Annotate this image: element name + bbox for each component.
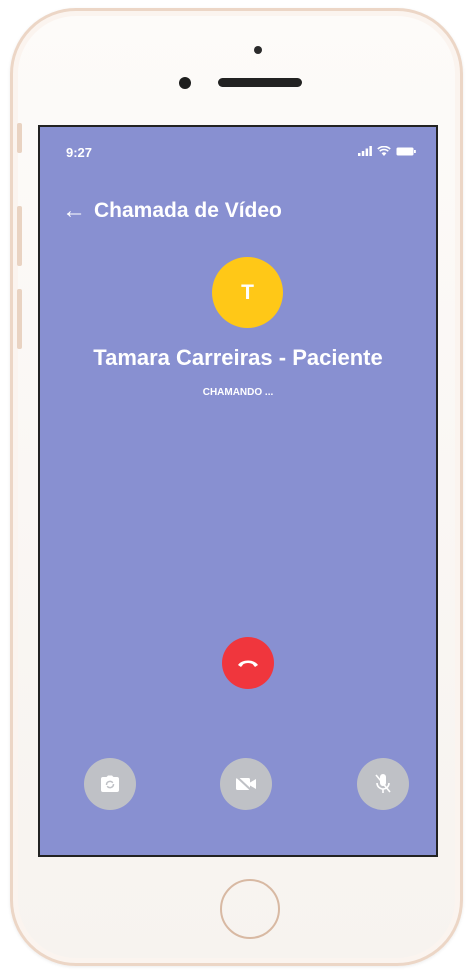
call-header: ← Chamada de Vídeo (62, 199, 282, 223)
status-icons (358, 146, 416, 156)
switch-camera-button[interactable] (84, 758, 136, 810)
switch-camera-icon (101, 775, 119, 792)
volume-up-button (17, 206, 22, 266)
hangup-icon (238, 660, 258, 667)
call-status: CHAMANDO ... (202, 387, 274, 398)
mute-mic-button[interactable] (357, 758, 409, 810)
page-title: Chamada de Vídeo (94, 199, 282, 222)
phone-screen: 9:27 ← Chamada de Vídeo T Tamara Carreir… (38, 125, 438, 857)
video-off-button[interactable] (220, 758, 272, 810)
home-button[interactable] (220, 879, 280, 939)
earpiece-speaker (218, 78, 302, 87)
wifi-icon (377, 146, 391, 156)
proximity-sensor (254, 46, 262, 54)
volume-down-button (17, 289, 22, 349)
mute-switch (17, 123, 22, 153)
front-camera (179, 77, 191, 89)
status-time: 9:27 (66, 145, 93, 160)
signal-icon (358, 146, 372, 156)
video-off-icon (236, 776, 256, 792)
battery-icon (396, 147, 416, 155)
arrow-left-icon[interactable]: ← (62, 199, 86, 223)
avatar-initial: T (241, 280, 254, 304)
hangup-button[interactable] (222, 637, 274, 689)
mic-off-icon (375, 774, 391, 793)
avatar: T (212, 257, 283, 328)
contact-name: Tamara Carreiras - Paciente (93, 345, 383, 370)
